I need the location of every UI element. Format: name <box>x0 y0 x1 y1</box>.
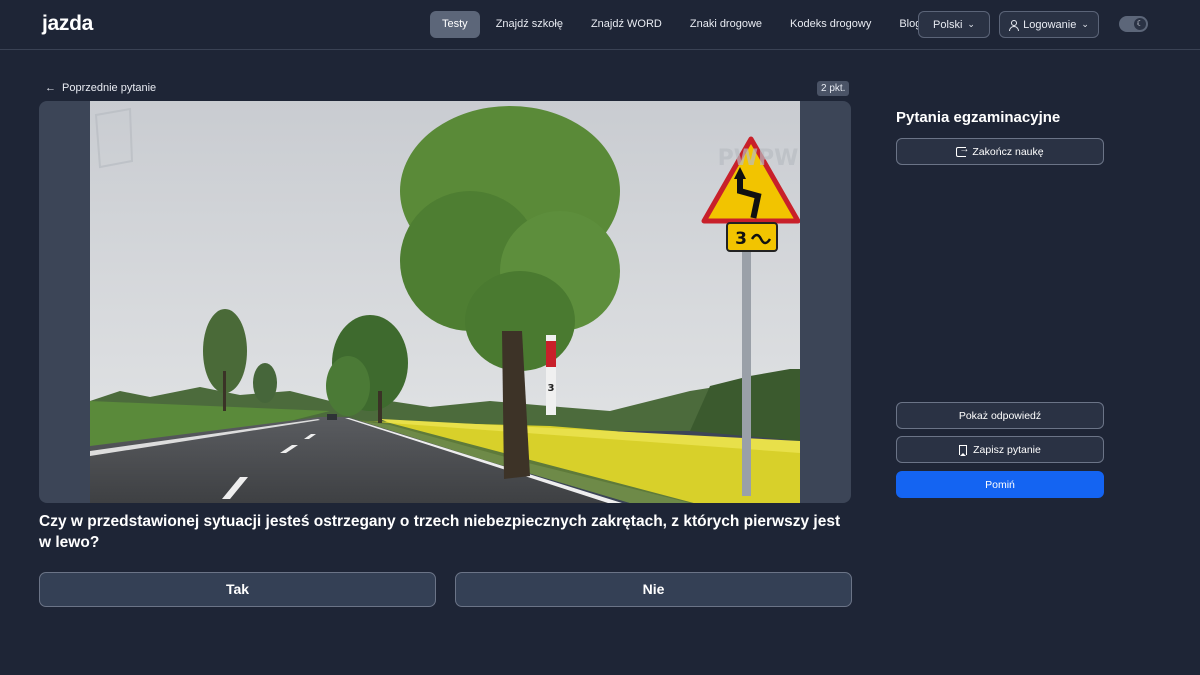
logo-text: jazda <box>42 12 94 35</box>
finish-learning-label: Zakończ naukę <box>972 145 1044 158</box>
show-answer-label: Pokaż odpowiedź <box>958 409 1042 422</box>
chevron-down-icon: ⌄ <box>1081 19 1089 29</box>
watermark-pwpw: PWPW <box>718 146 799 171</box>
skip-button[interactable]: Pomiń <box>896 471 1104 498</box>
skip-label: Pomiń <box>985 478 1015 491</box>
moon-icon: ☾ <box>1134 18 1146 30</box>
sidebar-title: Pytania egzaminacyjne <box>896 109 1061 126</box>
login-label: Logowanie <box>1023 18 1077 31</box>
sign-distance-label: 3 <box>735 229 747 249</box>
theme-toggle[interactable]: ☾ <box>1119 16 1148 32</box>
save-question-button[interactable]: Zapisz pytanie <box>896 436 1104 463</box>
logo[interactable]: jazda <box>42 12 93 36</box>
language-dropdown[interactable]: Polski ⌄ <box>918 11 990 38</box>
show-answer-button[interactable]: Pokaż odpowiedź <box>896 402 1104 429</box>
language-label: Polski <box>933 18 963 31</box>
bookmark-icon <box>959 444 968 456</box>
question-image-frame: 3 3 PWPW <box>39 101 851 503</box>
nav-item-testy[interactable]: Testy <box>430 11 480 38</box>
nav-item-traffic-code[interactable]: Kodeks drogowy <box>778 11 883 38</box>
answer-no-button[interactable]: Nie <box>455 572 852 607</box>
user-icon <box>1009 19 1020 31</box>
question-text: Czy w przedstawionej sytuacji jesteś ost… <box>39 513 841 551</box>
question-image: 3 3 PWPW <box>90 101 800 503</box>
nav-item-find-word[interactable]: Znajdź WORD <box>579 11 674 38</box>
chevron-down-icon: ⌄ <box>967 19 975 29</box>
main-nav: Testy Znajdź szkołę Znajdź WORD Znaki dr… <box>430 11 937 38</box>
previous-question-link[interactable]: ← Poprzednie pytanie <box>45 82 156 94</box>
exit-icon <box>956 144 969 157</box>
save-question-label: Zapisz pytanie <box>973 443 1041 456</box>
arrow-left-icon: ← <box>45 82 56 94</box>
post-label: 3 <box>548 383 555 394</box>
finish-learning-button[interactable]: Zakończ naukę <box>896 138 1104 165</box>
nav-item-road-signs[interactable]: Znaki drogowe <box>678 11 774 38</box>
top-navbar: jazda Testy Znajdź szkołę Znajdź WORD Zn… <box>0 0 1200 50</box>
points-badge: 2 pkt. <box>817 81 850 96</box>
nav-item-find-school[interactable]: Znajdź szkołę <box>484 11 575 38</box>
previous-question-label: Poprzednie pytanie <box>62 82 157 94</box>
login-dropdown[interactable]: Logowanie ⌄ <box>999 11 1099 38</box>
answer-yes-button[interactable]: Tak <box>39 572 436 607</box>
